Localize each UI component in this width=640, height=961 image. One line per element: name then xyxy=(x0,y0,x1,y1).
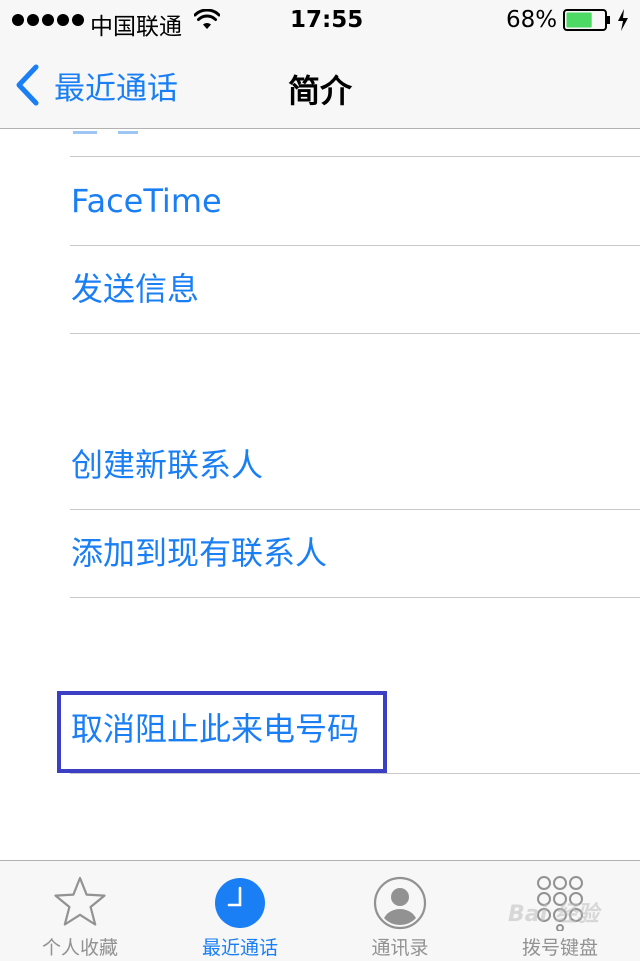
tab-bar: 个人收藏 最近通话 通讯录 拨号键盘 xyxy=(0,860,640,961)
unblock-caller-label: 取消阻止此来电号码 xyxy=(71,710,360,748)
tab-contacts[interactable]: 通讯录 xyxy=(320,861,480,961)
navigation-bar: 最近通话 简介 xyxy=(0,40,640,129)
clock-icon xyxy=(215,878,265,928)
tab-favorites[interactable]: 个人收藏 xyxy=(0,861,160,961)
status-bar: 中国联通 17:55 68% xyxy=(0,0,640,40)
keypad-icon xyxy=(537,876,583,931)
tab-recents-label: 最近通话 xyxy=(201,937,278,959)
tab-keypad[interactable]: 拨号键盘 xyxy=(480,861,640,961)
wifi-icon xyxy=(194,9,220,29)
star-icon xyxy=(54,876,106,926)
carrier-name: 中国联通 xyxy=(90,14,182,40)
partially-hidden-row xyxy=(0,129,640,157)
battery-percentage: 68% xyxy=(506,7,558,33)
tab-contacts-label: 通讯录 xyxy=(371,937,429,959)
send-message-button[interactable]: 发送信息 xyxy=(0,246,640,334)
row-divider xyxy=(70,156,640,157)
send-message-label: 发送信息 xyxy=(71,270,200,308)
row-divider xyxy=(70,773,640,774)
charging-bolt-icon xyxy=(618,9,628,31)
row-divider xyxy=(70,333,640,334)
add-to-existing-contact-button[interactable]: 添加到现有联系人 xyxy=(0,510,640,598)
create-new-contact-label: 创建新联系人 xyxy=(71,446,264,484)
add-to-existing-contact-label: 添加到现有联系人 xyxy=(71,534,328,572)
unblock-caller-button[interactable]: 取消阻止此来电号码 xyxy=(0,686,640,774)
facetime-label: FaceTime xyxy=(71,182,222,220)
signal-strength-icon xyxy=(12,14,87,26)
facetime-button[interactable]: FaceTime xyxy=(0,158,640,246)
contacts-icon xyxy=(373,876,427,930)
contact-info-list: FaceTime 发送信息 创建新联系人 添加到现有联系人 取消阻止此来电号码 xyxy=(0,129,640,860)
tab-keypad-label: 拨号键盘 xyxy=(521,937,598,959)
status-time: 17:55 xyxy=(290,7,364,33)
tab-favorites-label: 个人收藏 xyxy=(41,937,118,959)
row-divider xyxy=(70,597,640,598)
tab-recents[interactable]: 最近通话 xyxy=(160,861,320,961)
create-new-contact-button[interactable]: 创建新联系人 xyxy=(0,422,640,510)
page-title: 简介 xyxy=(287,72,352,110)
battery-icon xyxy=(563,9,610,31)
